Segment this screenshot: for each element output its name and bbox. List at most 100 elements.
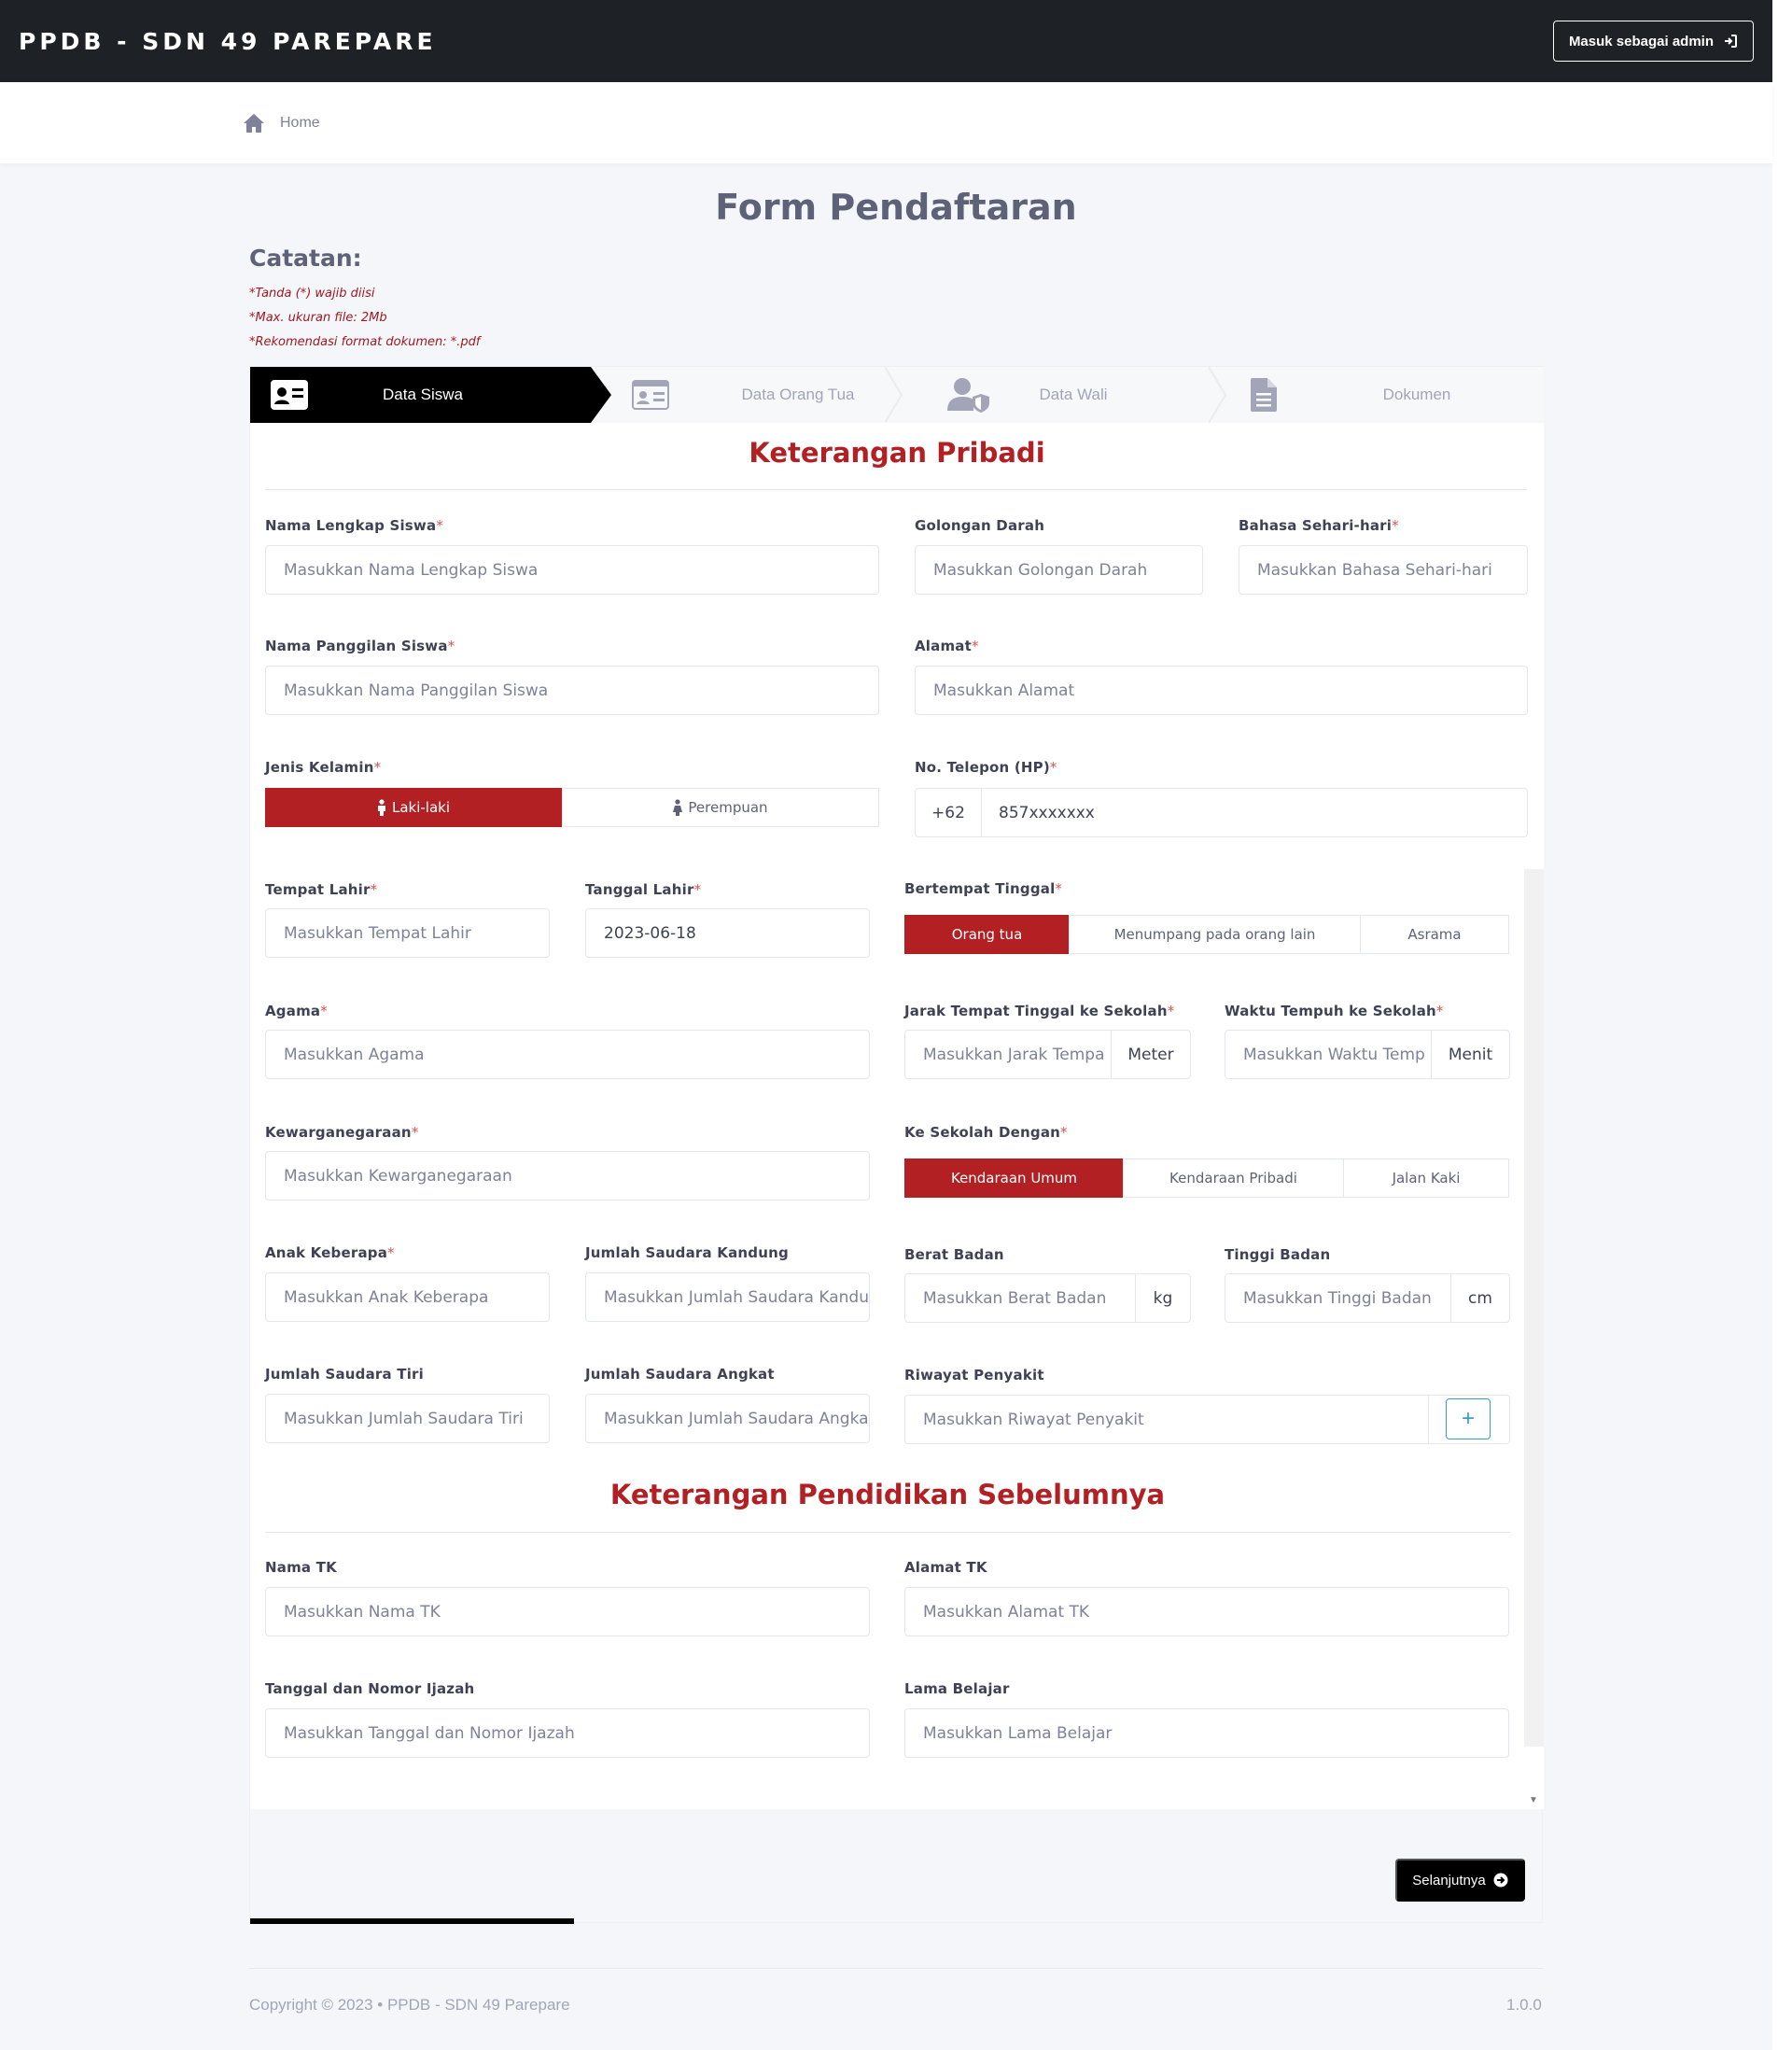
step-data-orang-tua[interactable]: Data Orang Tua: [611, 367, 929, 423]
label-tinggi-badan: Tinggi Badan: [1225, 1246, 1331, 1263]
residence-option-orang-tua[interactable]: Orang tua: [904, 915, 1070, 954]
admin-login-button[interactable]: Masuk sebagai admin: [1552, 21, 1754, 62]
arrow-right-circle-icon: [1493, 1873, 1508, 1888]
label-alamat-tk: Alamat TK: [904, 1559, 987, 1576]
transport-option-kendaraan-pribadi[interactable]: Kendaraan Pribadi: [1123, 1158, 1344, 1198]
agama-input[interactable]: Masukkan Agama: [265, 1030, 870, 1079]
tanggal-lahir-input[interactable]: 2023-06-18: [585, 908, 870, 958]
gender-label-laki-laki: Laki-laki: [391, 799, 451, 816]
saudara-kandung-input[interactable]: Masukkan Jumlah Saudara Kandu: [585, 1272, 870, 1322]
label-bertempat-tinggal: Bertempat Tinggal*: [904, 880, 1063, 897]
nama-lengkap-input[interactable]: Masukkan Nama Lengkap Siswa: [265, 545, 879, 595]
residence-option-menumpang[interactable]: Menumpang pada orang lain: [1069, 915, 1361, 954]
gender-option-perempuan[interactable]: Perempuan: [562, 788, 879, 827]
berat-badan-input[interactable]: Masukkan Berat Badan: [904, 1273, 1136, 1323]
label-ijazah: Tanggal dan Nomor Ijazah: [265, 1680, 475, 1697]
user-shield-icon: [947, 378, 989, 413]
wizard-steps: Data Siswa Data Orang Tua Data Wali Doku…: [250, 367, 1544, 423]
chevron-right-icon: [885, 367, 903, 423]
step-dokumen[interactable]: Dokumen: [1239, 367, 1544, 423]
anak-keberapa-input[interactable]: Masukkan Anak Keberapa: [265, 1272, 550, 1322]
gender-option-laki-laki[interactable]: Laki-laki: [265, 788, 562, 827]
next-button-label: Selanjutnya: [1412, 1872, 1486, 1889]
footer-divider: [249, 1968, 1543, 1969]
step-data-siswa[interactable]: Data Siswa: [250, 367, 591, 423]
step-arrow: [591, 367, 611, 423]
waktu-unit: Menit: [1431, 1030, 1510, 1079]
riwayat-penyakit-input[interactable]: Masukkan Riwayat Penyakit: [904, 1395, 1429, 1444]
label-riwayat-penyakit: Riwayat Penyakit: [904, 1367, 1044, 1383]
label-ke-sekolah: Ke Sekolah Dengan*: [904, 1124, 1068, 1141]
gender-label-perempuan: Perempuan: [688, 799, 768, 816]
step-label-data-siswa: Data Siswa: [383, 386, 463, 403]
label-saudara-tiri: Jumlah Saudara Tiri: [265, 1366, 424, 1383]
label-jarak: Jarak Tempat Tinggal ke Sekolah*: [904, 1003, 1175, 1019]
footer-version: 1.0.0: [1506, 1996, 1542, 2014]
id-card-icon: [271, 380, 308, 410]
breadcrumb-bar: Home: [0, 82, 1772, 163]
label-alamat: Alamat*: [915, 638, 979, 654]
residence-option-asrama[interactable]: Asrama: [1360, 915, 1509, 954]
step-data-wali[interactable]: Data Wali: [929, 367, 1209, 423]
nama-panggilan-input[interactable]: Masukkan Nama Panggilan Siswa: [265, 666, 879, 715]
tempat-lahir-input[interactable]: Masukkan Tempat Lahir: [265, 908, 550, 958]
section-divider: [265, 489, 1527, 490]
footer-copyright: Copyright © 2023 • PPDB - SDN 49 Parepar…: [249, 1996, 570, 2014]
ijazah-input[interactable]: Masukkan Tanggal dan Nomor Ijazah: [265, 1708, 870, 1758]
label-nama-lengkap: Nama Lengkap Siswa*: [265, 517, 444, 534]
admin-login-label: Masuk sebagai admin: [1568, 33, 1714, 49]
breadcrumb-home-link[interactable]: Home: [280, 115, 320, 132]
female-icon: [673, 799, 683, 816]
page-title: Form Pendaftaran: [715, 187, 1077, 228]
section-title-personal: Keterangan Pribadi: [749, 437, 1045, 469]
label-waktu: Waktu Tempuh ke Sekolah*: [1225, 1003, 1444, 1019]
label-nama-tk: Nama TK: [265, 1559, 337, 1576]
label-nama-panggilan: Nama Panggilan Siswa*: [265, 638, 455, 654]
label-tanggal-lahir: Tanggal Lahir*: [585, 881, 702, 898]
section-title-education: Keterangan Pendidikan Sebelumnya: [609, 1479, 1166, 1510]
transport-option-jalan-kaki[interactable]: Jalan Kaki: [1343, 1158, 1509, 1198]
scroll-down-arrow-icon[interactable]: ▼: [1529, 1795, 1538, 1805]
label-saudara-kandung: Jumlah Saudara Kandung: [585, 1244, 789, 1261]
step-label-data-wali: Data Wali: [1039, 386, 1108, 403]
add-riwayat-button[interactable]: +: [1446, 1398, 1491, 1439]
nama-tk-input[interactable]: Masukkan Nama TK: [265, 1587, 870, 1636]
notes-title: Catatan:: [249, 245, 362, 272]
next-button[interactable]: Selanjutnya: [1395, 1859, 1525, 1902]
lama-belajar-input[interactable]: Masukkan Lama Belajar: [904, 1708, 1509, 1758]
wizard-progress-bar: [250, 1918, 574, 1924]
sign-in-icon: [1725, 35, 1737, 48]
saudara-angkat-input[interactable]: Masukkan Jumlah Saudara Angkat: [585, 1394, 870, 1443]
waktu-input[interactable]: Masukkan Waktu Temp: [1225, 1030, 1432, 1079]
bahasa-input[interactable]: Masukkan Bahasa Sehari-hari: [1239, 545, 1528, 595]
step-label-dokumen: Dokumen: [1382, 386, 1451, 403]
alamat-tk-input[interactable]: Masukkan Alamat TK: [904, 1587, 1509, 1636]
transport-option-kendaraan-umum[interactable]: Kendaraan Umum: [904, 1158, 1124, 1198]
note-required: *Tanda (*) wajib diisi: [249, 287, 375, 301]
telepon-input[interactable]: 857xxxxxxx: [981, 788, 1528, 837]
brand-title[interactable]: PPDB - SDN 49 PAREPARE: [19, 28, 437, 55]
label-lama-belajar: Lama Belajar: [904, 1680, 1010, 1697]
tinggi-unit: cm: [1450, 1273, 1510, 1323]
alamat-input[interactable]: Masukkan Alamat: [915, 666, 1528, 715]
step-label-data-orang-tua: Data Orang Tua: [741, 386, 855, 403]
label-golongan-darah: Golongan Darah: [915, 517, 1045, 534]
jarak-unit: Meter: [1111, 1030, 1191, 1079]
tinggi-badan-input[interactable]: Masukkan Tinggi Badan: [1225, 1273, 1451, 1323]
berat-unit: kg: [1135, 1273, 1191, 1323]
saudara-tiri-input[interactable]: Masukkan Jumlah Saudara Tiri: [265, 1394, 550, 1443]
breadcrumb: Home: [243, 82, 320, 163]
golongan-darah-input[interactable]: Masukkan Golongan Darah: [915, 545, 1203, 595]
kewarganegaraan-input[interactable]: Masukkan Kewarganegaraan: [265, 1151, 870, 1201]
form-scrollbar[interactable]: [1524, 869, 1544, 1747]
label-agama: Agama*: [265, 1003, 328, 1019]
chevron-right-icon: [1209, 367, 1227, 423]
page-scrollbar[interactable]: [1772, 0, 1792, 2050]
label-kewarganegaraan: Kewarganegaraan*: [265, 1124, 419, 1141]
phone-prefix: +62: [915, 788, 982, 837]
home-icon[interactable]: [243, 113, 265, 133]
note-format: *Rekomendasi format dokumen: *.pdf: [249, 335, 481, 349]
label-telepon: No. Telepon (HP)*: [915, 759, 1057, 776]
note-max-size: *Max. ukuran file: 2Mb: [249, 311, 387, 325]
jarak-input[interactable]: Masukkan Jarak Tempa: [904, 1030, 1112, 1079]
